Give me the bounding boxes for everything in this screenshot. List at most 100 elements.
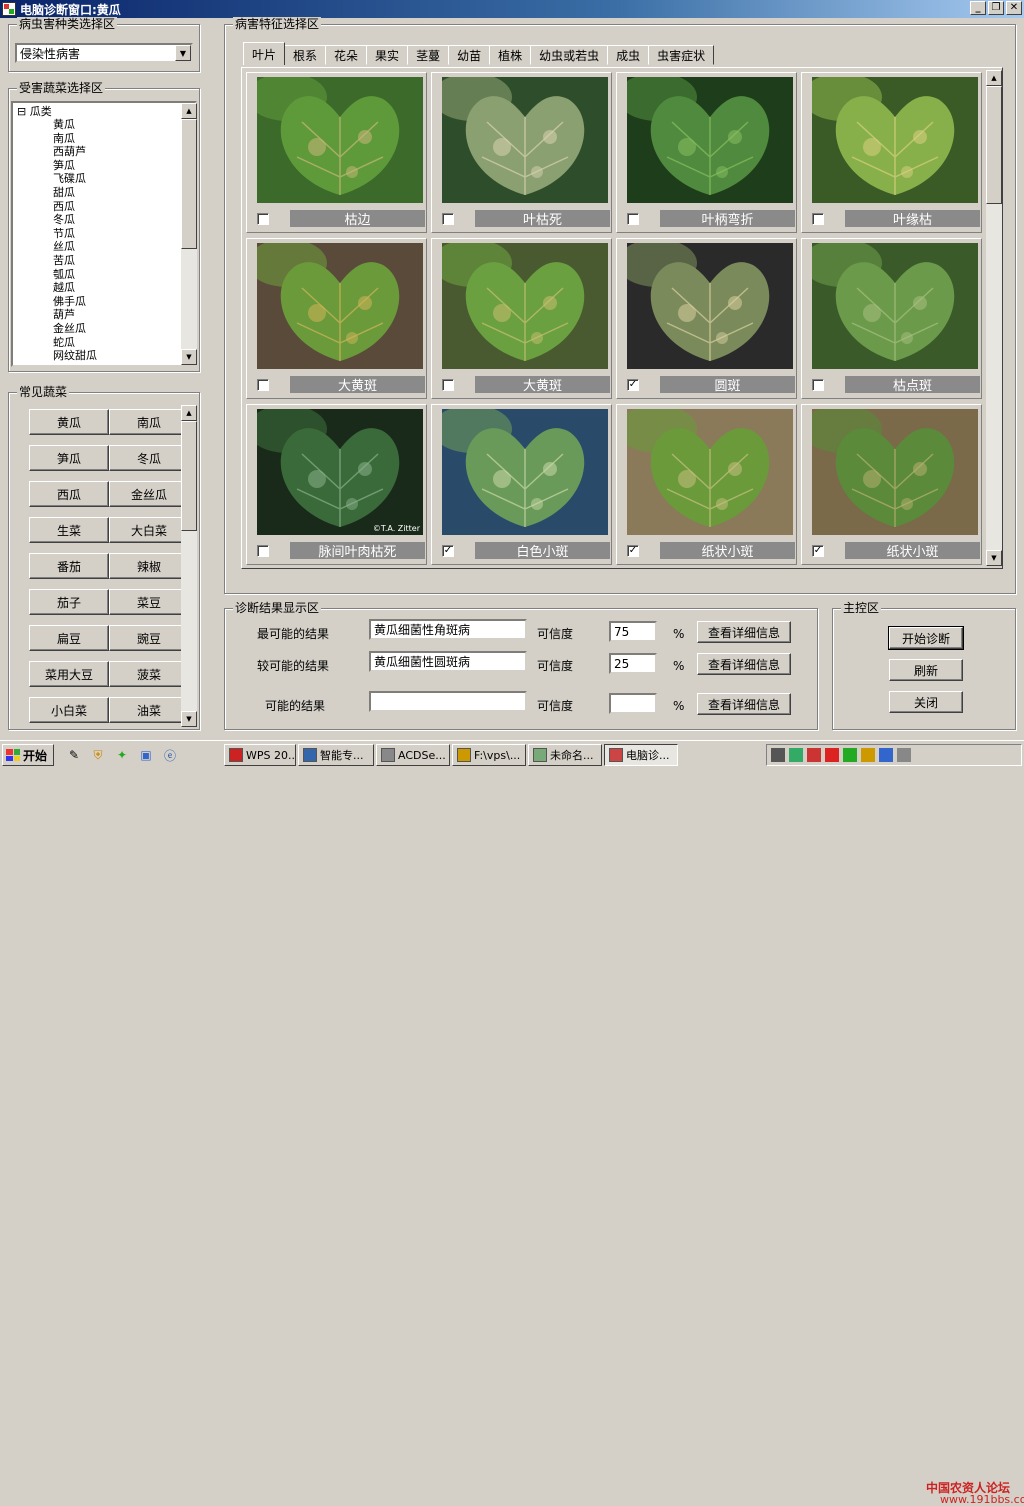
symptom-cell[interactable]: 枯点斑 xyxy=(801,238,982,399)
symptom-cell[interactable]: 大黄斑 xyxy=(431,238,612,399)
minimize-button[interactable]: _ xyxy=(970,1,986,15)
confidence-field[interactable]: 75 xyxy=(609,621,657,642)
result-value-field[interactable]: 黄瓜细菌性圆斑病 xyxy=(369,651,527,672)
symptom-photo[interactable] xyxy=(627,243,793,369)
veg-button[interactable]: 生菜 xyxy=(29,517,109,543)
symptom-checkbox[interactable] xyxy=(442,379,454,391)
confidence-field[interactable]: 25 xyxy=(609,653,657,674)
veg-button[interactable]: 小白菜 xyxy=(29,697,109,723)
symptom-photo[interactable] xyxy=(257,77,423,203)
symptom-tab[interactable]: 叶片 xyxy=(243,42,286,65)
taskbar-item[interactable]: 电脑诊... xyxy=(604,744,678,766)
scroll-down-icon[interactable]: ▼ xyxy=(986,550,1002,566)
close-dialog-button[interactable]: 关闭 xyxy=(889,691,963,713)
taskbar-item[interactable]: 未命名... xyxy=(528,744,602,766)
veg-button[interactable]: 菜豆 xyxy=(109,589,189,615)
scroll-down-icon[interactable]: ▼ xyxy=(181,349,197,365)
symptom-tab[interactable]: 虫害症状 xyxy=(648,45,715,65)
veg-button[interactable]: 豌豆 xyxy=(109,625,189,651)
symptom-tab[interactable]: 果实 xyxy=(366,45,409,65)
taskbar-item[interactable]: ACDSe... xyxy=(376,744,450,766)
refresh-button[interactable]: 刷新 xyxy=(889,659,963,681)
symptom-scrollbar[interactable]: ▲ ▼ xyxy=(986,70,1002,566)
view-detail-button[interactable]: 查看详细信息 xyxy=(697,693,791,715)
tree-item[interactable]: 黄瓜 xyxy=(53,118,75,131)
tree-item[interactable]: 笋瓜 xyxy=(53,159,75,172)
symptom-photo[interactable] xyxy=(442,77,608,203)
symptom-photo[interactable] xyxy=(442,409,608,535)
tray-monitor-icon[interactable] xyxy=(879,748,893,762)
symptom-photo[interactable]: ©T.A. Zitter xyxy=(257,409,423,535)
symptom-tab[interactable]: 花朵 xyxy=(325,45,368,65)
window-titlebar[interactable]: 电脑诊断窗口:黄瓜 _ ❐ ✕ xyxy=(0,0,1024,18)
view-detail-button[interactable]: 查看详细信息 xyxy=(697,653,791,675)
veg-button[interactable]: 南瓜 xyxy=(109,409,189,435)
symptom-cell[interactable]: ✓ 纸状小斑 xyxy=(616,404,797,565)
symptom-photo[interactable] xyxy=(627,77,793,203)
symptom-cell[interactable]: ✓ 白色小斑 xyxy=(431,404,612,565)
close-button[interactable]: ✕ xyxy=(1006,1,1022,15)
taskbar-item[interactable]: WPS 20... xyxy=(224,744,296,766)
ie-browser-icon[interactable]: ⓔ xyxy=(162,747,178,763)
symptom-tab[interactable]: 植株 xyxy=(489,45,532,65)
symptom-tab[interactable]: 成虫 xyxy=(607,45,650,65)
result-value-field[interactable]: 黄瓜细菌性角斑病 xyxy=(369,619,527,640)
symptom-tab[interactable]: 幼虫或若虫 xyxy=(530,45,609,65)
tree-item[interactable]: 苦瓜 xyxy=(53,254,75,267)
symptom-checkbox[interactable] xyxy=(627,213,639,225)
veg-button[interactable]: 茄子 xyxy=(29,589,109,615)
symptom-checkbox[interactable] xyxy=(257,213,269,225)
tree-item[interactable]: 南瓜 xyxy=(53,132,75,145)
tree-item[interactable]: 丝瓜 xyxy=(53,240,75,253)
security-icon[interactable]: ▣ xyxy=(138,747,154,763)
taskbar-item[interactable]: F:\vps\... xyxy=(452,744,526,766)
veg-button[interactable]: 番茄 xyxy=(29,553,109,579)
tray-shield-icon[interactable] xyxy=(861,748,875,762)
symptom-cell[interactable]: ©T.A. Zitter 脉间叶肉枯死 xyxy=(246,404,427,565)
tree-icon[interactable]: ✦ xyxy=(114,747,130,763)
symptom-photo[interactable] xyxy=(812,409,978,535)
view-detail-button[interactable]: 查看详细信息 xyxy=(697,621,791,643)
symptom-cell[interactable]: 枯边 xyxy=(246,72,427,233)
symptom-cell[interactable]: ✓ 圆斑 xyxy=(616,238,797,399)
tree-item[interactable]: 金丝瓜 xyxy=(53,322,86,335)
symptom-photo[interactable] xyxy=(257,243,423,369)
scroll-down-icon[interactable]: ▼ xyxy=(181,711,197,727)
crop-tree[interactable]: ⊟ 瓜类 黄瓜 南瓜 西葫芦 笋瓜 飞碟瓜 甜瓜 西瓜 冬瓜 节瓜 丝瓜 苦瓜 瓠瓜 越瓜 佛手瓜 葫芦 金丝… xyxy=(11,101,197,367)
confidence-field[interactable] xyxy=(609,693,657,714)
start-button[interactable]: 开始 xyxy=(2,744,54,766)
symptom-checkbox[interactable]: ✓ xyxy=(627,379,639,391)
tree-item[interactable]: 蛇瓜 xyxy=(53,336,75,349)
scroll-thumb[interactable] xyxy=(181,421,197,531)
tray-app-icon[interactable] xyxy=(825,748,839,762)
antivirus-icon[interactable] xyxy=(807,748,821,762)
symptom-photo[interactable] xyxy=(812,243,978,369)
tree-item[interactable]: 佛手瓜 xyxy=(53,295,86,308)
tree-item[interactable]: 飞碟瓜 xyxy=(53,172,86,185)
symptom-cell[interactable]: 叶缘枯 xyxy=(801,72,982,233)
veg-button[interactable]: 辣椒 xyxy=(109,553,189,579)
symptom-cell[interactable]: 大黄斑 xyxy=(246,238,427,399)
scroll-thumb[interactable] xyxy=(986,86,1002,204)
scroll-thumb[interactable] xyxy=(181,119,197,249)
symptom-checkbox[interactable]: ✓ xyxy=(812,545,824,557)
chevron-down-icon[interactable]: ▼ xyxy=(175,45,191,61)
veg-button[interactable]: 黄瓜 xyxy=(29,409,109,435)
scroll-up-icon[interactable]: ▲ xyxy=(181,405,197,421)
common-veg-scrollbar[interactable]: ▲ ▼ xyxy=(181,405,197,727)
tree-item[interactable]: 西葫芦 xyxy=(53,145,86,158)
tree-item[interactable]: 西瓜 xyxy=(53,200,75,213)
pest-type-select[interactable]: 侵染性病害 ▼ xyxy=(15,43,193,63)
symptom-checkbox[interactable] xyxy=(257,379,269,391)
symptom-tab[interactable]: 茎蔓 xyxy=(407,45,450,65)
veg-button[interactable]: 油菜 xyxy=(109,697,189,723)
symptom-checkbox[interactable] xyxy=(442,213,454,225)
restore-button[interactable]: ❐ xyxy=(988,1,1004,15)
speaker-icon[interactable] xyxy=(771,748,785,762)
symptom-checkbox[interactable] xyxy=(257,545,269,557)
scroll-up-icon[interactable]: ▲ xyxy=(986,70,1002,86)
start-diagnosis-button[interactable]: 开始诊断 xyxy=(888,626,964,650)
symptom-checkbox[interactable]: ✓ xyxy=(442,545,454,557)
symptom-checkbox[interactable]: ✓ xyxy=(627,545,639,557)
tree-item[interactable]: 冬瓜 xyxy=(53,213,75,226)
